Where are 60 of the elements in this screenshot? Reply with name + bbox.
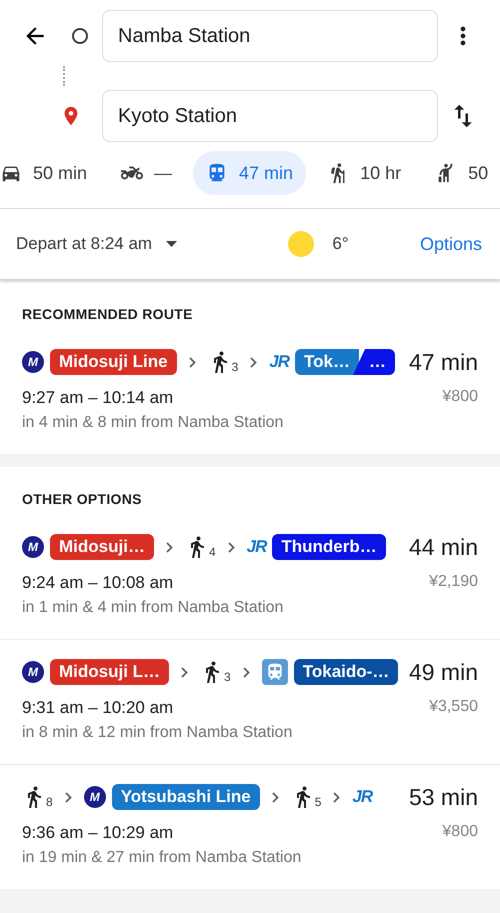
metro-logo: M <box>22 536 44 558</box>
line-badge: Tokaido-… <box>294 659 398 685</box>
chevron-icon <box>166 542 173 552</box>
metro-logo: M <box>22 351 44 373</box>
walk-step: 8 <box>22 785 53 809</box>
route-duration: 47 min <box>408 348 478 376</box>
travel-mode-tab[interactable]: — <box>108 151 186 195</box>
walk-step: 5 <box>290 785 322 809</box>
destination-field[interactable]: Kyoto Station <box>102 90 438 142</box>
route-fare: ¥2,190 <box>429 573 478 592</box>
chevron-icon <box>250 356 258 368</box>
chevron-icon <box>188 356 196 368</box>
rail-logo: JR <box>246 537 266 557</box>
travel-mode-tab[interactable]: 50 <box>422 151 500 195</box>
section-title: OTHER OPTIONS <box>21 490 143 509</box>
rail-logo: JR <box>352 787 372 807</box>
route-times: 9:36 am – 10:29 am <box>22 823 174 843</box>
metro-logo: M <box>22 661 44 683</box>
route-detail: in 4 min & 8 min from Namba Station <box>22 414 284 432</box>
chevron-icon <box>333 792 340 802</box>
chevron-icon <box>228 542 235 552</box>
chevron-icon <box>64 792 72 802</box>
dropdown-caret-icon <box>166 241 178 247</box>
line-badge: Midosuji… <box>50 534 154 560</box>
chevron-icon <box>181 666 188 678</box>
options-link[interactable]: Options <box>420 234 482 254</box>
origin-field[interactable]: Namba Station <box>102 10 438 62</box>
sun-icon <box>288 231 314 257</box>
rail-logo: JR <box>269 352 290 372</box>
bullet-train-icon <box>262 659 288 685</box>
walk-step: 3 <box>208 350 238 374</box>
temperature: 6° <box>332 234 349 254</box>
section-title: RECOMMENDED ROUTE <box>21 305 194 324</box>
route-fare: ¥800 <box>442 823 478 842</box>
line-badge: Thunderb… <box>272 534 386 560</box>
walk-step: 4 <box>184 535 216 559</box>
chevron-icon <box>242 666 250 678</box>
route-duration: 44 min <box>408 534 478 560</box>
line-badge: Yotsubashi Line <box>112 784 260 810</box>
line-badge: Midosuji L… <box>50 659 170 685</box>
route-duration: 49 min <box>408 658 478 686</box>
travel-mode-tab[interactable]: 47 min <box>193 151 306 195</box>
route-fare: ¥800 <box>442 388 478 407</box>
route-duration: 53 min <box>408 784 478 810</box>
walk-step: 3 <box>200 660 231 684</box>
route-detail: in 1 min & 4 min from Namba Station <box>22 599 284 617</box>
route-detail: in 8 min & 12 min from Namba Station <box>22 724 294 742</box>
route-times: 9:27 am – 10:14 am <box>22 388 174 408</box>
route-times: 9:31 am – 10:20 am <box>22 698 174 718</box>
metro-logo: M <box>84 786 106 808</box>
route-fare: ¥3,550 <box>429 698 478 717</box>
chevron-icon <box>272 792 279 802</box>
line-badge: Midosuji Line <box>50 349 177 375</box>
travel-mode-tab[interactable]: 10 hr <box>314 151 414 195</box>
travel-mode-tab[interactable]: 50 min <box>0 151 100 195</box>
route-times: 9:24 am – 10:08 am <box>22 573 174 593</box>
depart-time-button[interactable]: Depart at 8:24 am <box>16 234 178 254</box>
origin-circle-icon <box>72 28 88 44</box>
route-detail: in 19 min & 27 min from Namba Station <box>22 849 302 867</box>
line-badge: Tok… <box>295 349 359 375</box>
